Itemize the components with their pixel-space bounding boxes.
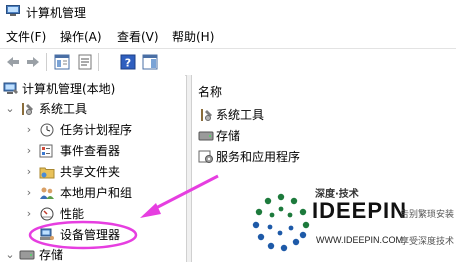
- tree-item-label: 系统工具: [39, 102, 88, 116]
- list-item-services-applications[interactable]: 服务和应用程序: [198, 147, 448, 167]
- navigation-tree: 计算机管理(本地) ⌄ 系统工具 › 任务计划程序 › 事件查看器 › 共享文件…: [0, 75, 185, 262]
- svg-text:?: ?: [125, 57, 131, 70]
- watermark-brand: IDEEPIN: [312, 198, 408, 223]
- highlight-ellipse: [28, 220, 138, 250]
- watermark-url: WWW.IDEEPIN.COM: [316, 235, 403, 245]
- computer-management-icon: [6, 5, 20, 16]
- watermark: 深度·技术 IDEEPIN WWW.IDEEPIN.COM 告别繁琐安装 享受深…: [250, 185, 456, 262]
- ideepin-logo-icon: [252, 193, 310, 252]
- event-viewer-icon: [39, 144, 53, 158]
- toolbar: ?: [0, 48, 456, 76]
- title-bar: 计算机管理: [0, 0, 456, 24]
- chevron-right-icon[interactable]: ›: [24, 183, 34, 203]
- tree-item-label: 计算机管理(本地): [22, 82, 116, 96]
- tree-item-label: 本地用户和组: [60, 186, 133, 200]
- tree-item-label: 共享文件夹: [60, 165, 121, 179]
- shared-folder-icon: [39, 167, 55, 179]
- storage-icon: [198, 131, 214, 141]
- list-item-label: 系统工具: [216, 108, 265, 122]
- tools-icon: [201, 109, 212, 121]
- list-item-system-tools[interactable]: 系统工具: [198, 105, 448, 125]
- services-icon: [198, 150, 213, 163]
- watermark-tagline-1: 告别繁琐安装: [400, 210, 455, 220]
- menu-view[interactable]: 查看(V): [117, 28, 159, 45]
- list-item-label: 存储: [216, 129, 241, 143]
- users-icon: [40, 187, 54, 199]
- chevron-down-icon[interactable]: ⌄: [5, 245, 15, 265]
- show-hide-tree-icon[interactable]: [54, 54, 70, 70]
- tree-item-computer-management[interactable]: 计算机管理(本地): [0, 79, 185, 99]
- help-icon[interactable]: ?: [120, 54, 136, 70]
- list-item-label: 服务和应用程序: [216, 150, 301, 164]
- properties-icon[interactable]: [77, 54, 93, 70]
- action-pane-icon[interactable]: [142, 54, 158, 70]
- tree-item-event-viewer[interactable]: › 事件查看器: [0, 141, 185, 161]
- list-item-storage[interactable]: 存储: [198, 126, 448, 146]
- chevron-right-icon[interactable]: ›: [24, 162, 34, 182]
- tree-item-label: 任务计划程序: [60, 123, 133, 137]
- menu-action[interactable]: 操作(A): [60, 28, 102, 45]
- tree-item-system-tools[interactable]: ⌄ 系统工具: [0, 99, 185, 119]
- tree-item-local-users-groups[interactable]: › 本地用户和组: [0, 183, 185, 203]
- menu-help[interactable]: 帮助(H): [172, 28, 214, 45]
- tree-item-label: 事件查看器: [60, 144, 121, 158]
- column-header-name[interactable]: 名称: [198, 83, 222, 100]
- menu-bar: 文件(F) 操作(A) 查看(V) 帮助(H): [0, 26, 456, 46]
- tree-item-shared-folders[interactable]: › 共享文件夹: [0, 162, 185, 182]
- computer-management-icon: [3, 82, 18, 94]
- back-arrow-icon[interactable]: [5, 54, 21, 70]
- tree-item-task-scheduler[interactable]: › 任务计划程序: [0, 120, 185, 140]
- tools-icon: [22, 103, 33, 115]
- chevron-right-icon[interactable]: ›: [24, 120, 34, 140]
- menu-file[interactable]: 文件(F): [6, 28, 46, 45]
- chevron-right-icon[interactable]: ›: [24, 141, 34, 161]
- window-title: 计算机管理: [26, 6, 87, 20]
- forward-arrow-icon[interactable]: [25, 54, 41, 70]
- toolbar-separator: [46, 53, 47, 71]
- chevron-down-icon[interactable]: ⌄: [5, 99, 15, 119]
- watermark-tagline-2: 享受深度技术: [400, 237, 455, 247]
- clock-icon: [40, 123, 54, 137]
- toolbar-separator: [98, 53, 99, 71]
